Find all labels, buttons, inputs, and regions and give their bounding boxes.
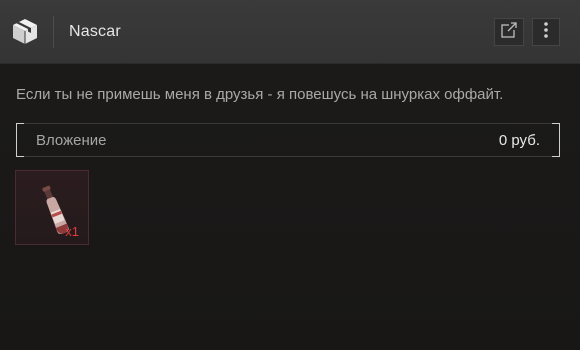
more-options-button[interactable] [532,18,560,46]
item-quantity: x1 [65,224,79,239]
box-logo-icon [10,16,40,46]
bracket-right [552,123,560,157]
open-external-button[interactable] [494,18,524,46]
attachment-label: Вложение [36,132,107,149]
external-link-icon [500,21,518,44]
header-divider [53,16,54,48]
sender-name: Nascar [69,23,121,40]
bar-line-bottom [24,156,552,157]
message-text: Если ты не примешь меня в друзья - я пов… [16,86,504,103]
attachment-value: 0 руб. [498,132,540,149]
bar-line-top [24,123,552,124]
vertical-dots-icon [543,21,549,44]
header-bar: Nascar [0,0,580,64]
bracket-left [16,123,24,157]
message-panel: Nascar Если ты не примешь меня в друзья … [0,0,580,350]
attachment-bar: Вложение 0 руб. [16,123,560,157]
attached-item-slot[interactable]: x1 [15,170,89,245]
